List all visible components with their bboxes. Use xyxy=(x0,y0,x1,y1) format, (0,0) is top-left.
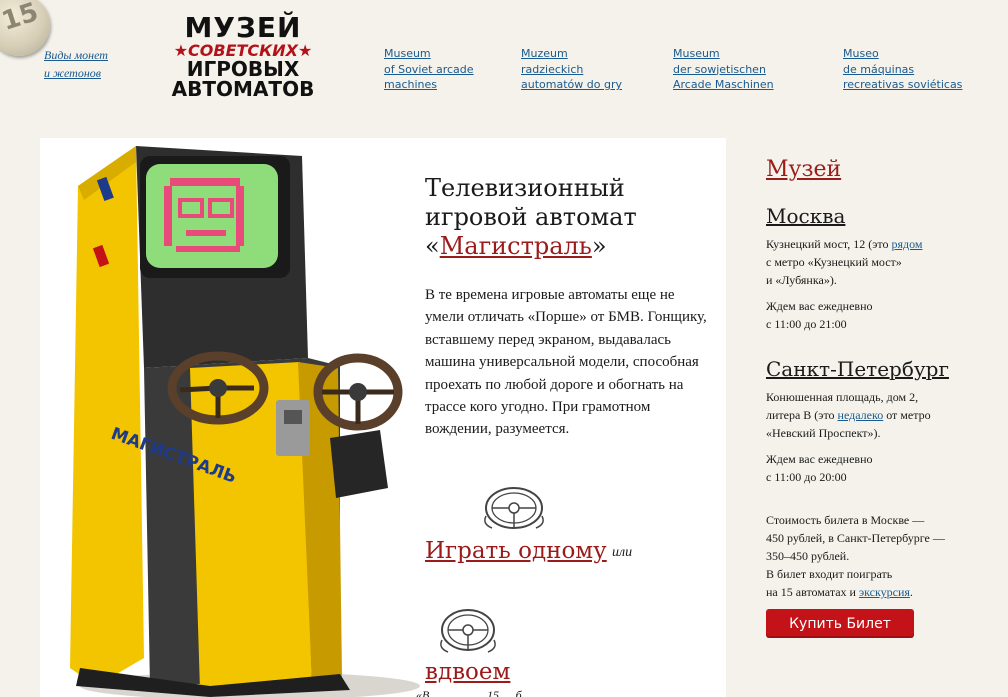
lang-link-german[interactable]: Museum der sowjetischen Arcade Maschinen xyxy=(673,46,774,93)
lang-link-english[interactable]: Museum of Soviet arcade machines xyxy=(384,46,474,93)
or-text: или xyxy=(612,545,633,560)
ticket-line2: 450 рублей, в Санкт-Петербурге — xyxy=(766,531,945,545)
spb-address-text-post: от метро xyxy=(883,408,931,422)
game-name-link[interactable]: Магистраль xyxy=(440,232,592,260)
museum-logo[interactable]: МУЗЕЙ ★СОВЕТСКИХ★ ИГРОВЫХ АВТОМАТОВ xyxy=(160,11,326,101)
play-together-link[interactable]: вдвоем xyxy=(425,659,510,685)
title-line1: Телевизионный xyxy=(425,174,625,202)
lang-line: de máquinas xyxy=(843,62,915,76)
main-panel: МАГИСТРАЛЬ Телевизионный игровой автомат… xyxy=(40,138,726,697)
moscow-address-text: Кузнецкий мост, 12 (это xyxy=(766,237,892,251)
lang-link-spanish[interactable]: Museo de máquinas recreativas soviéticas xyxy=(843,46,962,93)
arcade-cabinet-image: МАГИСТРАЛЬ xyxy=(70,146,420,697)
title-line2: игровой автомат xyxy=(425,203,637,231)
coin-number: 15 xyxy=(0,0,42,37)
moscow-heading[interactable]: Москва xyxy=(766,204,845,228)
play-single-link[interactable]: Играть одному xyxy=(425,538,607,564)
steering-wheel-icon[interactable] xyxy=(482,486,546,534)
lang-link-polish[interactable]: Muzeum radzieckich automatów do gry xyxy=(521,46,622,93)
spb-hours-line1: Ждем вас ежедневно xyxy=(766,452,873,466)
lang-line: Museum xyxy=(384,47,431,60)
title-close-quote: » xyxy=(591,232,607,260)
coin-15-kopecks-icon: 15 xyxy=(0,0,50,56)
coin-link-line: и жетонов xyxy=(44,66,101,80)
cutoff-caption: «В … … … … 15 … б … xyxy=(416,688,536,697)
ticket-line5: на 15 автоматах и экскурсия. xyxy=(766,583,966,601)
game-description: В те времена игровые автоматы еще не уме… xyxy=(425,287,707,438)
moscow-nearby-link[interactable]: рядом xyxy=(891,237,922,251)
lang-line: recreativas soviéticas xyxy=(843,78,963,91)
spb-address-line3: «Невский Проспект»). xyxy=(766,426,881,440)
moscow-hours-line2: с 11:00 до 21:00 xyxy=(766,317,847,331)
spb-nearby-link[interactable]: недалеко xyxy=(838,408,884,422)
ticket-line3: 350–450 рублей. xyxy=(766,549,850,563)
moscow-hours-line1: Ждем вас ежедневно xyxy=(766,299,873,313)
coin-types-link[interactable]: Виды монет и жетонов xyxy=(44,46,108,82)
lang-line: radzieckich xyxy=(521,62,584,76)
moscow-address-line1: Кузнецкий мост, 12 (это рядом xyxy=(766,235,966,253)
excursion-link[interactable]: экскурсия xyxy=(859,585,910,599)
spb-address-text: литера В (это xyxy=(766,408,838,422)
lang-line: Muzeum xyxy=(521,47,568,60)
moscow-address-line2: с метро «Кузнецкий мост» xyxy=(766,255,902,269)
logo-line-arcade: ИГРОВЫХ xyxy=(186,57,300,81)
lang-line: of Soviet arcade xyxy=(384,62,474,76)
spb-address-line2: литера В (это недалеко от метро xyxy=(766,406,966,424)
ticket-line4: В билет входит поиграть xyxy=(766,567,893,581)
lang-line: automatów do gry xyxy=(521,78,622,91)
coin-link-line: Виды монет xyxy=(44,48,108,62)
lang-line: Museo xyxy=(843,47,879,60)
moscow-address-line3: и «Лубянка»). xyxy=(766,273,837,287)
spb-hours-line2: с 11:00 до 20:00 xyxy=(766,470,847,484)
spb-heading[interactable]: Санкт-Петербург xyxy=(766,357,949,381)
spb-hours: Ждем вас ежедневно с 11:00 до 20:00 xyxy=(766,450,966,486)
spb-address: Конюшенная площадь, дом 2, литера В (это… xyxy=(766,388,966,442)
steering-wheel-two-icon[interactable] xyxy=(436,608,500,656)
ticket-info: Стоимость билета в Москве — 450 рублей, … xyxy=(766,511,966,601)
spb-address-line1: Конюшенная площадь, дом 2, xyxy=(766,390,919,404)
lang-line: Arcade Maschinen xyxy=(673,78,774,91)
game-title: Телевизионный игровой автомат «Магистрал… xyxy=(425,174,637,261)
lang-line: der sowjetischen xyxy=(673,62,766,76)
buy-ticket-button[interactable]: Купить Билет xyxy=(766,609,914,638)
lang-line: Museum xyxy=(673,47,720,60)
lang-line: machines xyxy=(384,78,438,91)
ticket-line1: Стоимость билета в Москве — xyxy=(766,513,925,527)
ticket-line5-period: . xyxy=(909,585,913,599)
ticket-line5-text: на 15 автоматах и xyxy=(766,585,859,599)
title-open-quote: « xyxy=(425,232,440,260)
museum-heading-link[interactable]: Музей xyxy=(766,157,841,182)
moscow-hours: Ждем вас ежедневно с 11:00 до 21:00 xyxy=(766,297,966,333)
moscow-address: Кузнецкий мост, 12 (это рядом с метро «К… xyxy=(766,235,966,289)
logo-line-museum: МУЗЕЙ xyxy=(184,11,302,44)
logo-line-machines: АВТОМАТОВ xyxy=(171,77,315,101)
